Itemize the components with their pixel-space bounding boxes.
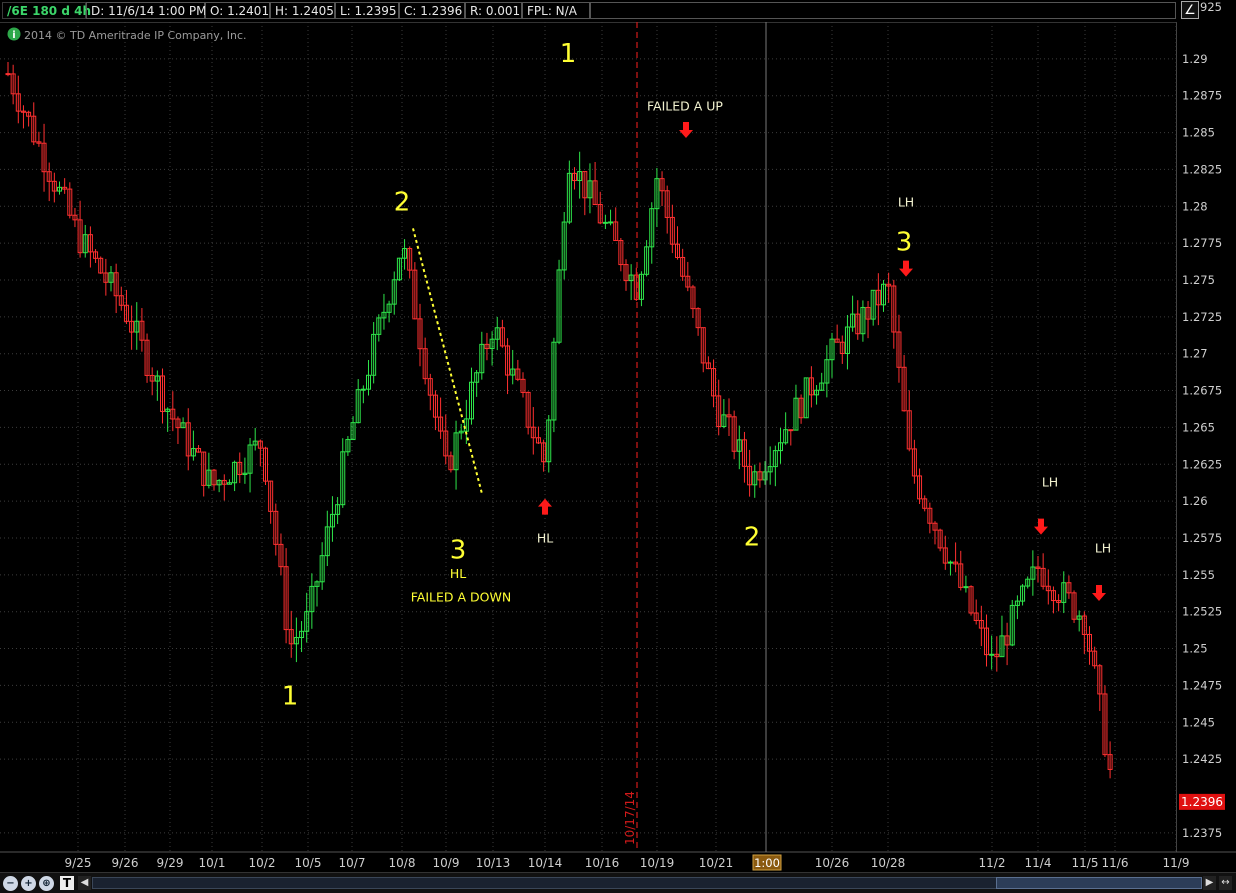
wave-number-label: 2 — [744, 522, 761, 552]
price-tick-label: 1.2625 — [1182, 457, 1222, 471]
down-arrow-icon-shape — [899, 260, 913, 277]
annotation-label: FAILED A UP — [647, 98, 723, 113]
down-arrow-icon — [1034, 518, 1048, 535]
annotation-label: HL — [537, 530, 553, 545]
down-arrow-icon-shape — [1034, 518, 1048, 535]
price-tick-label: 1.25 — [1182, 642, 1208, 656]
date-tick-label: 10/5 — [295, 856, 322, 870]
date-tick-label: 10/16 — [585, 856, 620, 870]
down-arrow-icon — [679, 122, 693, 139]
price-tick-label: 1.29 — [1182, 52, 1208, 66]
price-tick-label: 1.2425 — [1182, 752, 1222, 766]
price-tick-label: 1.2475 — [1182, 678, 1222, 692]
date-tick-label: 10/13 — [476, 856, 511, 870]
candle-body[interactable] — [608, 221, 614, 224]
candle-body[interactable] — [602, 221, 608, 224]
info-icon-glyph: i — [12, 30, 15, 41]
date-tick-label: 10/21 — [699, 856, 734, 870]
price-tick-label: 1.28 — [1182, 199, 1208, 213]
zoom-out-icon[interactable]: − — [3, 876, 18, 891]
date-tick-label: 11/4 — [1025, 856, 1052, 870]
price-tick-label: 1.245 — [1182, 715, 1215, 729]
date-tick-label: 10/7 — [339, 856, 366, 870]
down-arrow-icon-shape — [679, 122, 693, 139]
date-tick-label: 9/29 — [157, 856, 184, 870]
date-tick-label: 10/2 — [249, 856, 276, 870]
date-tick-label: 11/6 — [1102, 856, 1129, 870]
annotation-label: LH — [898, 194, 914, 209]
candlestick-chart[interactable]: 1.29 1.2875 1.285 1.2825 1.28 1.2775 1.275 1.27… — [0, 0, 1236, 892]
price-tick-label: 1.255 — [1182, 568, 1215, 582]
wave-number-label: 1 — [560, 39, 577, 69]
down-arrow-icon — [899, 260, 913, 277]
down-arrow-icon-shape — [1092, 584, 1106, 601]
zoom-fit-icon[interactable]: ⊕ — [39, 876, 54, 891]
down-arrow-icon — [1092, 584, 1106, 601]
price-tick-label: 1.2675 — [1182, 384, 1222, 398]
annotation-label: LH — [1095, 541, 1111, 556]
date-tick-label: 11/9 — [1163, 856, 1190, 870]
date-tick-label: 9/26 — [112, 856, 139, 870]
date-tick-label: 11/5 — [1072, 856, 1099, 870]
price-tick-label: 1.2725 — [1182, 310, 1222, 324]
annotation-label: FAILED A DOWN — [411, 589, 511, 604]
annotation-label: LH — [1042, 474, 1058, 489]
date-marker-label: 10/17/14 — [623, 791, 637, 845]
annotation-label: HL — [450, 566, 466, 581]
date-tick-label: 10/26 — [815, 856, 850, 870]
wave-number-label: 3 — [896, 228, 913, 258]
candle-body[interactable] — [947, 561, 953, 564]
wave-number-label: 2 — [394, 188, 411, 218]
date-tick-label: 10/1 — [199, 856, 226, 870]
date-tick-label: 9/25 — [65, 856, 92, 870]
date-tick-label: 11/2 — [979, 856, 1006, 870]
date-tick-label: 10/14 — [528, 856, 563, 870]
candle-body[interactable] — [788, 429, 794, 432]
candle-body[interactable] — [963, 586, 969, 589]
date-tick-label: 10/28 — [871, 856, 906, 870]
cursor-time-label: 1:00 — [754, 856, 780, 870]
scroll-left-icon[interactable]: ◀ — [78, 876, 91, 890]
price-tick-label: 925 — [1200, 0, 1222, 14]
text-tool-icon[interactable]: T — [60, 876, 74, 890]
scroll-right-icon[interactable]: ▶ — [1203, 876, 1216, 890]
date-tick-label: 10/19 — [640, 856, 675, 870]
copyright-text: 2014 © TD Ameritrade IP Company, Inc. — [24, 29, 247, 42]
expand-icon[interactable]: ↔ — [1219, 876, 1232, 890]
zoom-in-icon[interactable]: + — [21, 876, 36, 891]
scrollbar-thumb[interactable] — [996, 877, 1202, 889]
price-tick-label: 1.285 — [1182, 126, 1215, 140]
price-tick-label: 1.2575 — [1182, 531, 1222, 545]
candle-body[interactable] — [989, 653, 995, 656]
last-price-label: 1.2396 — [1181, 795, 1223, 809]
price-tick-label: 1.2375 — [1182, 826, 1222, 840]
price-tick-label: 1.2525 — [1182, 605, 1222, 619]
wave-number-label: 1 — [282, 682, 299, 712]
wave-number-label: 3 — [450, 536, 467, 566]
date-tick-label: 10/8 — [389, 856, 416, 870]
price-tick-label: 1.2825 — [1182, 162, 1222, 176]
candle-body[interactable] — [5, 73, 11, 76]
price-tick-label: 1.27 — [1182, 347, 1208, 361]
price-tick-label: 1.275 — [1182, 273, 1215, 287]
bottom-toolbar: − + ⊕ T ◀ ▶ ↔ — [0, 872, 1236, 893]
date-tick-label: 10/9 — [433, 856, 460, 870]
price-tick-label: 1.265 — [1182, 420, 1215, 434]
price-tick-label: 1.2875 — [1182, 89, 1222, 103]
price-tick-label: 1.2775 — [1182, 236, 1222, 250]
candle-body[interactable] — [360, 388, 366, 391]
price-tick-label: 1.26 — [1182, 494, 1208, 508]
